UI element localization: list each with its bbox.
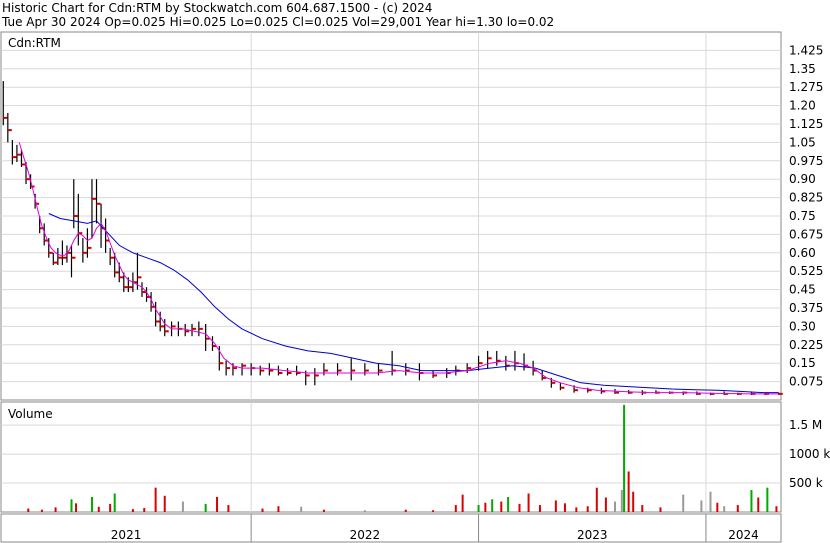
year-label: 2023 [577,528,608,542]
price-tick-label: 0.45 [789,283,816,297]
price-tick-label: 0.375 [789,301,823,315]
volume-bar [322,509,325,512]
volume-bar [500,501,503,512]
price-tick-label: 1.275 [789,80,823,94]
volume-bar [538,505,541,512]
price-tick-label: 0.75 [789,209,816,223]
volume-bar [227,505,230,512]
volume-bar [586,506,589,512]
volume-tick-label: 500 k [789,476,823,490]
volume-bar [518,503,521,512]
volume-bar [575,507,578,512]
volume-bar [620,490,623,512]
volume-bar [70,499,73,512]
volume-panel-title: Volume [8,407,53,421]
volume-tick-label: 1000 k [789,447,830,461]
volume-y-axis: 1.5 M 1000 k 500 k [789,418,830,490]
volume-bar [90,496,93,512]
price-tick-label: 1.35 [789,62,816,76]
price-panel-title: Cdn:RTM [8,36,61,50]
year-label: 2024 [728,528,759,542]
price-tick-label: 1.125 [789,117,823,131]
volume-bar [216,496,219,512]
volume-bar [131,509,134,512]
year-label: 2022 [350,528,381,542]
volume-bar [97,506,100,512]
price-tick-label: 0.975 [789,154,823,168]
price-tick-label: 0.60 [789,246,816,260]
volume-bar [163,495,166,512]
volume-bar [766,487,769,512]
volume-bar [627,471,630,512]
volume-bar [432,510,435,512]
year-label: 2021 [111,528,142,542]
volume-bar [154,487,157,512]
volume-bar [404,509,407,512]
price-tick-label: 1.20 [789,99,816,113]
volume-bar [109,503,112,512]
volume-bar [723,506,726,512]
price-tick-label: 0.15 [789,356,816,370]
price-tick-label: 0.525 [789,264,823,278]
volume-bar [623,404,626,512]
price-grid [1,32,781,400]
volume-bar [709,491,712,512]
price-tick-label: 0.90 [789,172,816,186]
volume-bar [682,494,685,512]
volume-bar [181,501,184,512]
volume-bar [563,503,566,512]
volume-bar [507,496,510,512]
volume-bar [113,493,116,512]
price-tick-label: 0.225 [789,338,823,352]
volume-bar [143,507,146,512]
volume-bar [554,500,557,512]
volume-bar [595,487,598,512]
volume-bar [736,505,739,512]
volume-bar [659,507,662,512]
volume-bar [491,499,494,512]
price-tick-label: 1.05 [789,135,816,149]
volume-bar [700,500,703,512]
price-tick-label: 1.425 [789,43,823,57]
price-tick-label: 0.675 [789,227,823,241]
volume-bar [300,506,303,512]
volume-bar [775,506,778,512]
price-tick-label: 0.30 [789,319,816,333]
volume-bar [27,508,30,512]
price-tick-label: 0.825 [789,191,823,205]
volume-bar [750,490,753,512]
stock-chart: 1.425 1.35 1.275 1.20 1.125 1.05 0.975 0.90 0.82… [0,31,830,543]
volume-bar [75,503,78,512]
volume-bar [613,501,616,512]
volume-bar [477,505,480,512]
volume-bar [363,510,366,512]
volume-bar [757,497,760,512]
volume-bar [461,494,464,512]
volume-bar [54,507,57,512]
volume-bar [261,508,264,512]
volume-bar [454,505,457,512]
volume-tick-label: 1.5 M [789,418,822,432]
volume-bar [716,502,719,512]
price-tick-label: 0.075 [789,375,823,389]
volume-bar [604,497,607,512]
volume-bar [484,502,487,512]
volume-bar [277,506,280,512]
volume-bar [40,509,43,512]
volume-bar [527,493,530,512]
volume-bar [632,491,635,512]
price-y-axis: 1.425 1.35 1.275 1.20 1.125 1.05 0.975 0.90 0.82… [789,43,823,388]
volume-panel [0,401,782,513]
volume-bar [641,505,644,512]
volume-bar [204,503,207,512]
